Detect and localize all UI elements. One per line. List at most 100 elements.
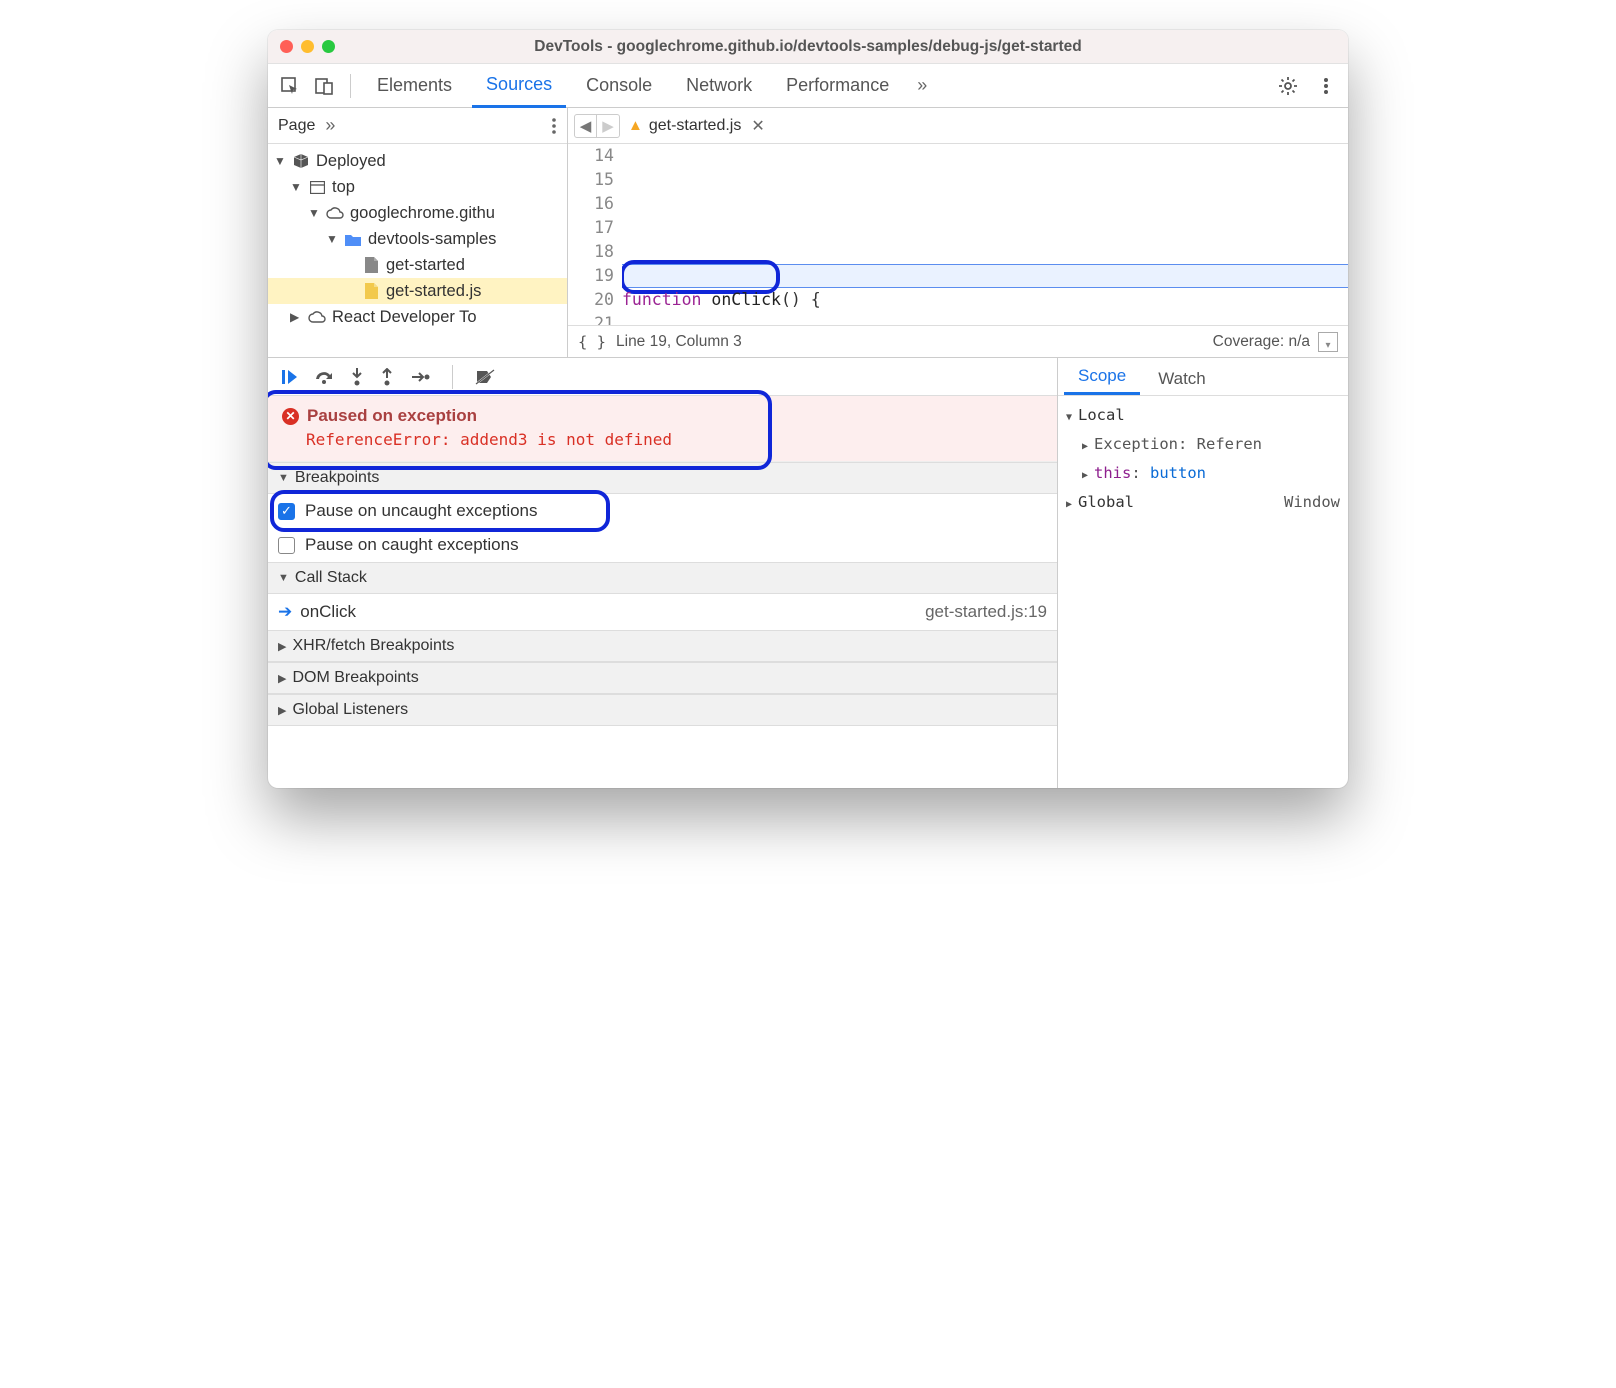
line-number: 20 (568, 288, 614, 312)
code-token: onClick (701, 290, 780, 309)
more-tabs-icon[interactable]: » (909, 75, 935, 96)
step-into-icon[interactable] (350, 368, 364, 386)
tree-label: top (332, 178, 355, 197)
tab-console[interactable]: Console (572, 64, 666, 108)
tree-domain[interactable]: ▼googlechrome.githu (268, 200, 567, 226)
file-tree[interactable]: ▼Deployed ▼top ▼googlechrome.githu ▼devt… (268, 144, 567, 357)
section-breakpoints[interactable]: ▼Breakpoints (268, 462, 1057, 494)
main-toolbar: Elements Sources Console Network Perform… (268, 64, 1348, 108)
editor-tab[interactable]: ▲ get-started.js ✕ (628, 116, 765, 136)
tree-deployed[interactable]: ▼Deployed (268, 148, 567, 174)
tab-watch[interactable]: Watch (1144, 363, 1220, 395)
resume-icon[interactable] (280, 368, 298, 386)
tree-label: get-started.js (386, 282, 481, 301)
line-number: 21 (568, 312, 614, 325)
tab-network[interactable]: Network (672, 64, 766, 108)
traffic-lights (280, 40, 335, 53)
tab-performance[interactable]: Performance (772, 64, 903, 108)
callstack-frame[interactable]: ➔ onClick get-started.js:19 (268, 594, 1057, 630)
code-editor[interactable]: 14 15 16 17 18 19 20 21 function onClick… (568, 144, 1348, 325)
checkbox-checked-icon[interactable]: ✓ (278, 503, 295, 520)
folder-icon (344, 233, 362, 246)
window-title: DevTools - googlechrome.github.io/devtoo… (268, 38, 1348, 56)
tree-file-js[interactable]: get-started.js (268, 278, 567, 304)
section-xhr[interactable]: ▶XHR/fetch Breakpoints (268, 630, 1057, 662)
minimize-icon[interactable] (301, 40, 314, 53)
tree-label: React Developer To (332, 308, 477, 327)
step-icon[interactable] (410, 370, 430, 384)
editor-nav: ◀ ▶ (574, 114, 620, 138)
editor-tabbar: ◀ ▶ ▲ get-started.js ✕ (568, 108, 1348, 144)
tab-scope[interactable]: Scope (1064, 360, 1140, 395)
line-number: 16 (568, 192, 614, 216)
close-icon[interactable] (280, 40, 293, 53)
tree-file-html[interactable]: get-started (268, 252, 567, 278)
nav-fwd-icon[interactable]: ▶ (597, 115, 619, 137)
scope-local-label: Local (1078, 406, 1125, 424)
tree-label: get-started (386, 256, 465, 275)
code-token: () { (781, 290, 821, 309)
section-label: XHR/fetch Breakpoints (292, 637, 454, 655)
coverage-label: Coverage: n/a (1213, 333, 1310, 351)
frame-icon (308, 181, 326, 194)
editor-tab-label: get-started.js (649, 117, 741, 135)
deactivate-breakpoints-icon[interactable] (475, 369, 495, 385)
step-out-icon[interactable] (380, 368, 394, 386)
device-mode-icon[interactable] (310, 72, 338, 100)
navigator-tab-page[interactable]: Page (278, 117, 315, 135)
editor-statusbar: { } Line 19, Column 3 Coverage: n/a ▾ (568, 325, 1348, 357)
pretty-print-icon[interactable]: { } (578, 333, 606, 351)
line-number: 18 (568, 240, 614, 264)
warning-icon: ▲ (628, 117, 643, 134)
tree-extension[interactable]: ▶React Developer To (268, 304, 567, 330)
tree-label: googlechrome.githu (350, 204, 495, 223)
pause-caught-row[interactable]: Pause on caught exceptions (268, 528, 1057, 562)
navigator-menu-icon[interactable] (551, 117, 557, 135)
coverage-dropdown-icon[interactable]: ▾ (1318, 332, 1338, 352)
tree-folder[interactable]: ▼devtools-samples (268, 226, 567, 252)
settings-icon[interactable] (1274, 72, 1302, 100)
tab-sources[interactable]: Sources (472, 64, 566, 108)
pause-reason: ✕ Paused on exception ReferenceError: ad… (268, 396, 1057, 462)
close-tab-icon[interactable]: ✕ (751, 116, 764, 136)
tree-label: devtools-samples (368, 230, 496, 249)
navigator-more-tabs-icon[interactable]: » (325, 115, 335, 136)
row-label: Pause on uncaught exceptions (305, 501, 538, 521)
pause-uncaught-row[interactable]: ✓ Pause on uncaught exceptions (268, 494, 1057, 528)
editor-pane: ◀ ▶ ▲ get-started.js ✕ 14 15 16 17 18 19 (568, 108, 1348, 357)
kebab-menu-icon[interactable] (1312, 72, 1340, 100)
tree-top[interactable]: ▼top (268, 174, 567, 200)
separator (350, 74, 351, 98)
maximize-icon[interactable] (322, 40, 335, 53)
debugger-toolbar (268, 358, 1057, 396)
cloud-icon (308, 311, 326, 323)
box-icon (292, 153, 310, 169)
section-label: Breakpoints (295, 469, 380, 487)
step-over-icon[interactable] (314, 369, 334, 385)
line-number: 14 (568, 144, 614, 168)
section-label: Global Listeners (292, 701, 408, 719)
debugger-panel: ✕ Paused on exception ReferenceError: ad… (268, 358, 1348, 788)
inspect-element-icon[interactable] (276, 72, 304, 100)
current-frame-icon: ➔ (278, 602, 292, 622)
tab-elements[interactable]: Elements (363, 64, 466, 108)
section-callstack[interactable]: ▼Call Stack (268, 562, 1057, 594)
scope-value: Referen (1197, 435, 1262, 453)
error-circle-icon: ✕ (282, 408, 299, 425)
code-lines: function onClick() { if (inputsAreEmpty(… (622, 144, 1348, 325)
scope-value: Window (1272, 489, 1340, 515)
scope-key: this (1094, 464, 1131, 482)
nav-back-icon[interactable]: ◀ (575, 115, 597, 137)
cursor-position: Line 19, Column 3 (616, 333, 742, 351)
section-dom[interactable]: ▶DOM Breakpoints (268, 662, 1057, 694)
frame-function: onClick (300, 602, 356, 622)
section-label: DOM Breakpoints (292, 669, 418, 687)
pause-reason-title: Paused on exception (307, 406, 477, 426)
checkbox-icon[interactable] (278, 537, 295, 554)
tree-label: Deployed (316, 152, 386, 171)
line-number: 17 (568, 216, 614, 240)
line-number: 19 (568, 264, 614, 288)
scope-tree[interactable]: ▼Local ▶Exception: Referen ▶this: button… (1058, 396, 1348, 524)
section-global-listeners[interactable]: ▶Global Listeners (268, 694, 1057, 726)
scope-key: Exception (1094, 435, 1178, 453)
